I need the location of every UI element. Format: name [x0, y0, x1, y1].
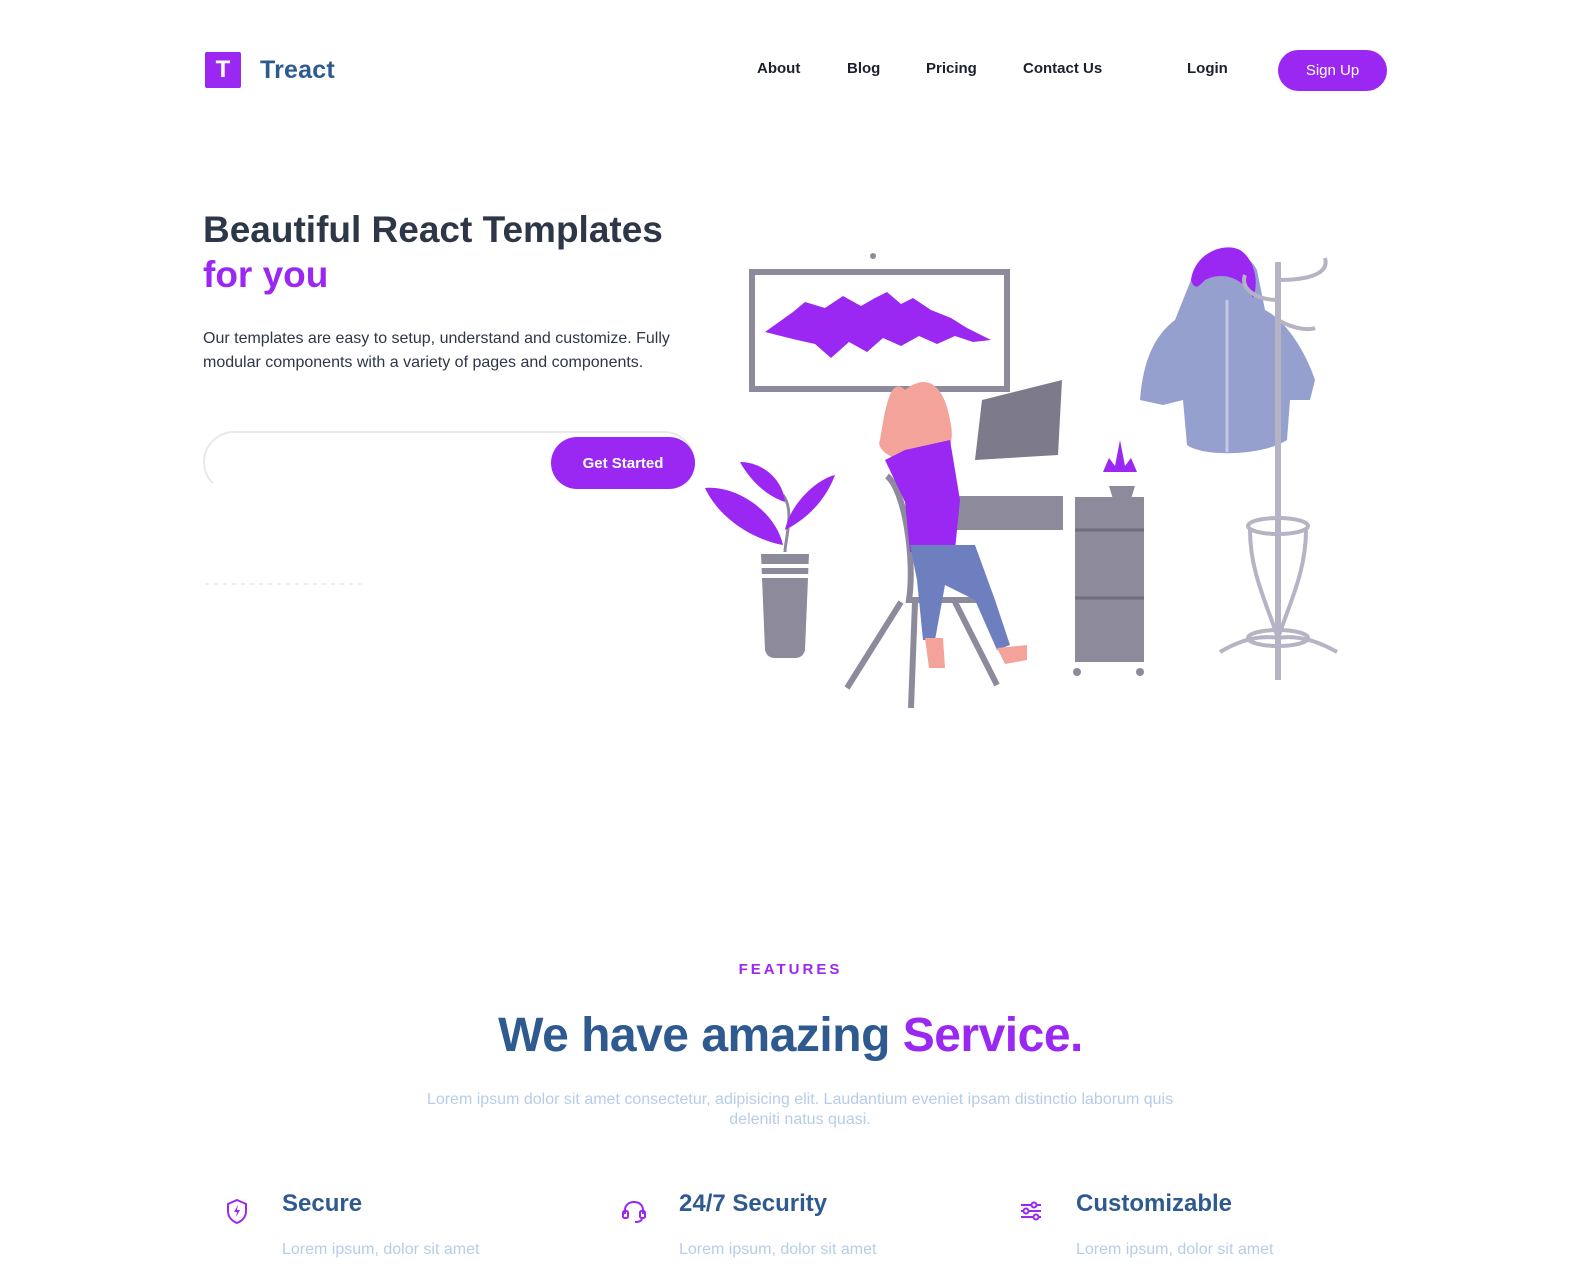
brand-name: Treact: [260, 55, 335, 84]
features-title: We have amazing Service.: [0, 1008, 1581, 1063]
features-title-main: We have amazing: [498, 1009, 903, 1062]
shield-icon: [227, 1198, 247, 1225]
hero-illustration: [705, 247, 1338, 709]
feature-title: Secure: [282, 1190, 363, 1217]
hero-title: Beautiful React Templates for you: [203, 207, 663, 297]
feature-description: Lorem ipsum, dolor sit amet: [1076, 1241, 1274, 1258]
features-description: Lorem ipsum dolor sit amet consectetur, …: [426, 1091, 1174, 1128]
features-subheading: FEATURES: [738, 961, 843, 978]
feature-card-customizable: Customizable Lorem ipsum, dolor sit amet: [1016, 1190, 1376, 1267]
nav-link-contact[interactable]: Contact Us: [1023, 60, 1102, 77]
hero-title-accent: for you: [203, 254, 329, 295]
nav-link-pricing[interactable]: Pricing: [926, 60, 977, 77]
feature-description: Lorem ipsum, dolor sit amet: [679, 1241, 877, 1258]
sliders-icon: [1021, 1201, 1041, 1221]
hero-title-main: Beautiful React Templates: [203, 209, 663, 250]
feature-card-support: 24/7 Security Lorem ipsum, dolor sit ame…: [619, 1190, 979, 1267]
brand-logo[interactable]: T Treact: [205, 52, 335, 88]
email-input[interactable]: [223, 446, 523, 476]
get-started-button[interactable]: Get Started: [551, 437, 695, 489]
site-header: T Treact About Blog Pricing Contact Us L…: [0, 0, 1581, 140]
customer-logos-strip: [205, 583, 365, 585]
features-title-accent: Service.: [902, 1009, 1084, 1062]
feature-card-secure: Secure Lorem ipsum, dolor sit amet: [222, 1190, 582, 1267]
signup-button[interactable]: Sign Up: [1278, 50, 1387, 91]
feature-title: Customizable: [1076, 1190, 1233, 1217]
feature-description: Lorem ipsum, dolor sit amet: [282, 1241, 480, 1258]
nav-link-blog[interactable]: Blog: [847, 60, 880, 77]
login-link[interactable]: Login: [1187, 60, 1228, 77]
nav-link-about[interactable]: About: [757, 60, 800, 77]
hero-description: Our templates are easy to setup, underst…: [203, 330, 670, 371]
logo-mark: T: [205, 52, 241, 88]
headset-icon: [622, 1200, 646, 1223]
feature-title: 24/7 Security: [679, 1190, 828, 1217]
